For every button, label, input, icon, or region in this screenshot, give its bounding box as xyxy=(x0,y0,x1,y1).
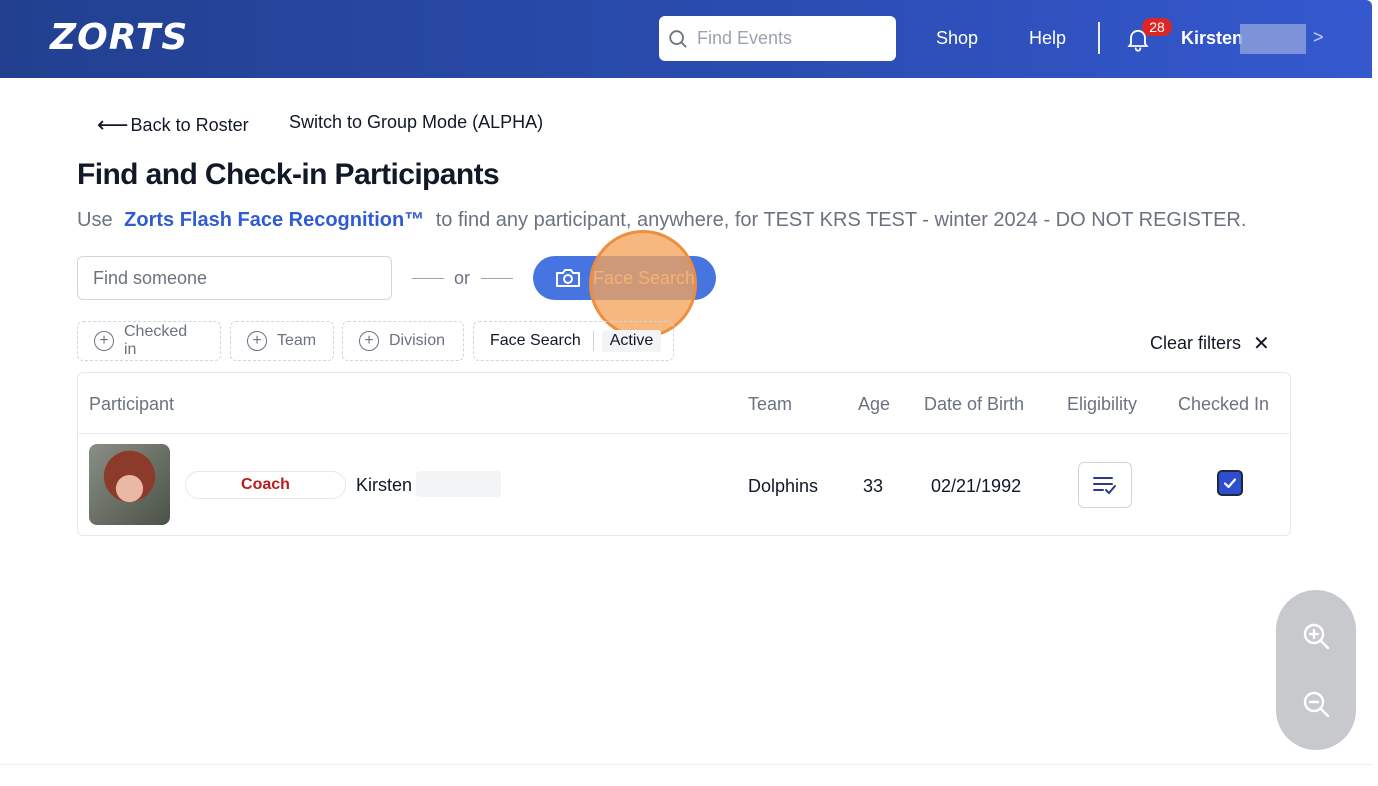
search-icon xyxy=(669,29,687,48)
eligibility-list-icon xyxy=(1093,477,1116,495)
filter-face-search-value: Active xyxy=(601,330,662,352)
filter-division[interactable]: + Division xyxy=(342,321,464,361)
clear-filters-button[interactable]: Clear filters ✕ xyxy=(1150,331,1270,356)
participants-table: Participant Team Age Date of Birth Eligi… xyxy=(77,372,1291,536)
page-subtitle: Use Zorts Flash Face Recognition™ to fin… xyxy=(77,209,1246,232)
role-badge: Coach xyxy=(185,471,346,499)
filter-checked-in[interactable]: + Checked in xyxy=(77,321,221,361)
find-someone-input[interactable] xyxy=(77,256,392,300)
filter-team-label: Team xyxy=(277,332,317,349)
nav-shop-link[interactable]: Shop xyxy=(936,28,978,49)
zorts-logo[interactable]: ZORTS xyxy=(50,17,188,58)
or-label: or xyxy=(454,268,471,288)
back-to-roster-label: Back to Roster xyxy=(130,114,249,135)
plus-circle-icon: + xyxy=(247,331,267,351)
window-right-edge xyxy=(1372,0,1378,786)
top-navigation-bar: ZORTS Shop Help 28 Kirsten > xyxy=(0,0,1372,78)
participant-team: Dolphins xyxy=(748,476,819,496)
back-to-roster-link[interactable]: ⟵ Back to Roster xyxy=(97,112,249,138)
page-title: Find and Check-in Participants xyxy=(77,158,500,191)
check-icon xyxy=(1223,478,1237,489)
user-name-redacted xyxy=(1240,24,1306,54)
column-header-age[interactable]: Age xyxy=(858,394,890,415)
or-divider-left xyxy=(412,278,444,279)
participant-dob: 02/21/1992 xyxy=(931,476,1022,496)
or-divider-right xyxy=(481,278,513,279)
participant-age: 33 xyxy=(863,476,884,496)
filter-division-label: Division xyxy=(389,332,446,349)
arrow-left-icon: ⟵ xyxy=(97,112,129,137)
clear-filters-label: Clear filters xyxy=(1150,333,1242,353)
find-events-input[interactable] xyxy=(697,28,887,49)
column-header-date-of-birth[interactable]: Date of Birth xyxy=(924,394,1024,415)
plus-circle-icon: + xyxy=(94,331,114,351)
nav-divider xyxy=(1098,22,1100,54)
filter-team[interactable]: + Team xyxy=(230,321,334,361)
participant-name[interactable]: Kirsten xyxy=(356,475,412,496)
face-search-label: Face Search xyxy=(593,267,696,288)
camera-icon xyxy=(556,269,580,287)
participant-surname-redacted xyxy=(416,471,501,497)
eligibility-button[interactable] xyxy=(1078,462,1132,508)
filter-checked-in-label: Checked in xyxy=(123,323,188,358)
find-events-search[interactable] xyxy=(659,16,896,61)
filter-face-search-active[interactable]: Face Search Active xyxy=(473,321,674,361)
zoom-out-icon[interactable] xyxy=(1300,688,1332,720)
filter-separator xyxy=(592,331,594,351)
user-menu-name[interactable]: Kirsten xyxy=(1181,28,1243,49)
close-icon: ✕ xyxy=(1253,333,1270,355)
column-header-eligibility[interactable]: Eligibility xyxy=(1067,394,1137,415)
face-search-button[interactable]: Face Search xyxy=(533,256,716,300)
column-header-checked-in[interactable]: Checked In xyxy=(1178,394,1269,415)
subtitle-suffix: to find any participant, anywhere, for T… xyxy=(435,209,1247,231)
column-header-participant[interactable]: Participant xyxy=(89,394,174,415)
zoom-in-icon[interactable] xyxy=(1300,620,1332,652)
avatar xyxy=(89,444,170,525)
header-row-divider xyxy=(78,433,1290,434)
checked-in-checkbox[interactable] xyxy=(1217,470,1243,496)
notification-count-badge: 28 xyxy=(1142,18,1172,36)
plus-circle-icon: + xyxy=(359,331,379,351)
chevron-right-icon[interactable]: > xyxy=(1313,27,1324,48)
face-recognition-link[interactable]: Zorts Flash Face Recognition™ xyxy=(124,209,424,231)
filter-face-search-label: Face Search xyxy=(490,332,581,349)
subtitle-prefix: Use xyxy=(77,209,113,231)
content-bottom-edge xyxy=(0,764,1372,765)
switch-group-mode-link[interactable]: Switch to Group Mode (ALPHA) xyxy=(289,112,543,133)
column-header-team[interactable]: Team xyxy=(748,394,792,415)
nav-help-link[interactable]: Help xyxy=(1029,28,1066,49)
zoom-controls xyxy=(1276,590,1356,750)
